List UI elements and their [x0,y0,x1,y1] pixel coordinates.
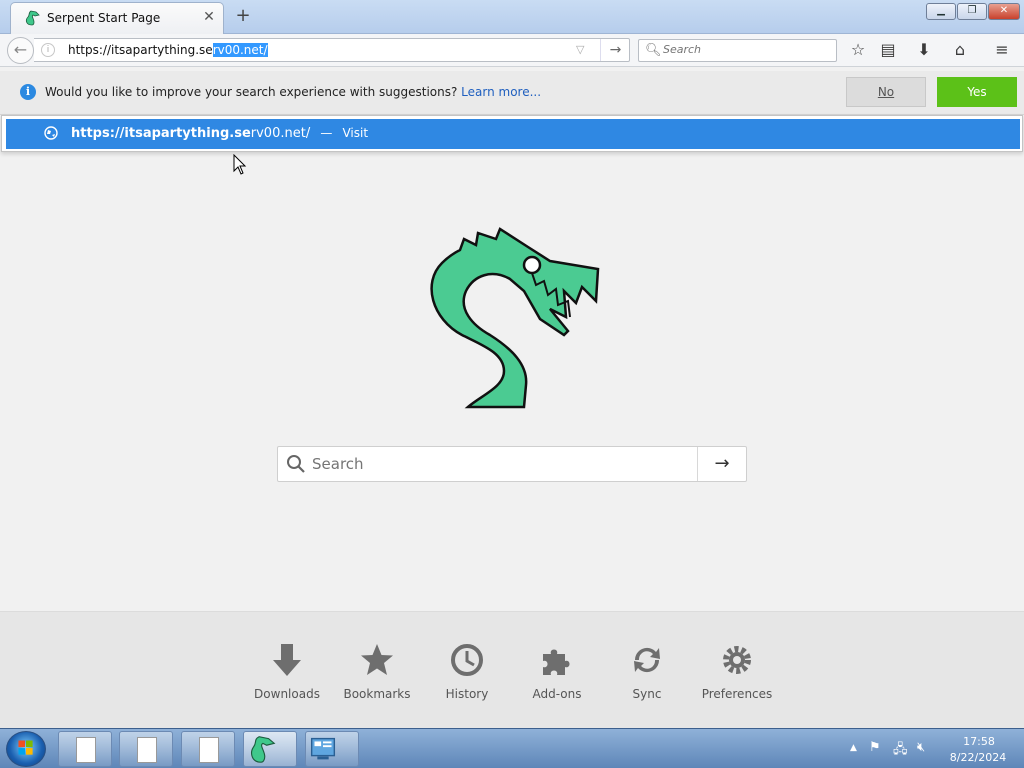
start-button[interactable] [6,731,46,767]
gear-icon [723,646,751,674]
downloads-icon[interactable]: ⬇ [912,39,936,63]
launcher-label: Bookmarks [343,687,411,701]
clock-time[interactable]: 17:58 [951,735,1007,748]
network-icon[interactable]: 🖧 [893,740,908,762]
minimize-button[interactable]: ▁ [926,3,956,20]
autocomplete-separator: — [320,126,333,140]
go-button[interactable]: → [600,39,630,61]
site-info-icon[interactable]: i [41,43,55,57]
autocomplete-url-match: https://itsapartything.se [71,126,251,141]
url-text[interactable]: https://itsapartything.serv00.net/ [68,43,268,57]
launcher-bookmarks[interactable]: Bookmarks [332,642,422,701]
taskbar-app-document-1[interactable] [58,731,112,767]
autocomplete-url-rest: rv00.net/ [250,126,311,141]
show-hidden-icons-icon[interactable]: ▲ [850,743,857,753]
main-search-input[interactable] [312,455,692,473]
menu-icon[interactable]: ≡ [990,39,1014,63]
launcher-bar: Downloads Bookmarks History Add-ons Sync [0,611,1024,728]
search-input[interactable] [663,43,823,56]
address-bar[interactable]: i https://itsapartything.serv00.net/ ▽ → [34,38,630,62]
taskbar-app-serpent-browser[interactable] [243,731,297,767]
mouse-cursor-icon [233,154,247,175]
launcher-sync[interactable]: Sync [602,642,692,701]
document-icon [76,737,96,763]
launcher-history[interactable]: History [422,642,512,701]
puzzle-icon [543,649,570,675]
url-dropdown-icon[interactable]: ▽ [576,43,584,56]
close-window-button[interactable]: ✕ [988,3,1020,20]
launcher-label: Sync [632,687,662,701]
launcher-label: Preferences [701,687,773,701]
volume-muted-icon[interactable]: 🔇︎ [917,740,925,755]
launcher-addons[interactable]: Add-ons [512,642,602,701]
navigation-toolbar: ← i https://itsapartything.serv00.net/ ▽… [0,34,1024,67]
clock-icon [451,644,483,676]
serpent-logo [430,227,600,409]
main-search-go-button[interactable]: → [697,447,746,481]
tab-strip: Serpent Start Page ✕ + ▁ ❐ ✕ [0,0,1024,34]
url-autofill-selection: rv00.net/ [212,43,268,57]
tab-serpent-start-page[interactable]: Serpent Start Page ✕ [10,2,224,34]
document-icon [137,737,157,763]
launcher-label: History [445,687,489,701]
new-tab-button[interactable]: + [232,6,254,28]
back-arrow-icon: ← [13,40,28,59]
learn-more-link[interactable]: Learn more... [461,85,541,99]
star-icon [361,644,393,675]
search-icon [287,455,305,473]
autocomplete-row[interactable]: https://itsapartything.serv00.net/ — Vis… [6,119,1020,149]
notification-message: Would you like to improve your search ex… [45,85,541,99]
search-icon: 🔍︎ [645,43,662,58]
autocomplete-url: https://itsapartything.serv00.net/ — Vis… [71,126,368,141]
notification-text: Would you like to improve your search ex… [45,85,458,99]
tab-close-icon[interactable]: ✕ [201,9,217,25]
globe-icon [44,126,58,140]
system-tray: ▲ ⚑ 🖧 🔇︎ 17:58 8/22/2024 [845,729,1024,768]
launcher-label: Add-ons [532,687,582,701]
action-center-flag-icon[interactable]: ⚑ [869,740,881,755]
launcher-preferences[interactable]: Preferences [692,642,782,701]
tab-title: Serpent Start Page [47,11,161,25]
windows-taskbar: ▲ ⚑ 🖧 🔇︎ 17:58 8/22/2024 [0,728,1024,768]
control-panel-icon [310,737,336,760]
clock-date[interactable]: 8/22/2024 [945,751,1011,764]
bookmark-star-icon[interactable]: ☆ [846,39,870,63]
taskbar-app-control-panel[interactable] [305,731,359,767]
home-icon[interactable]: ⌂ [948,39,972,63]
serpent-favicon-icon [25,10,40,26]
document-icon [199,737,219,763]
url-typed: https://itsapartything.se [68,43,213,57]
launcher-label: Downloads [254,687,320,701]
download-icon [273,644,301,676]
autocomplete-popup: https://itsapartything.serv00.net/ — Vis… [1,115,1023,152]
launcher-downloads[interactable]: Downloads [242,642,332,701]
main-search-box[interactable]: → [277,446,747,482]
no-button[interactable]: No [846,77,926,107]
serpent-app-icon [251,736,276,763]
back-button[interactable]: ← [7,37,34,64]
taskbar-app-document-3[interactable] [181,731,235,767]
sync-icon [634,647,660,673]
taskbar-app-document-2[interactable] [119,731,173,767]
windows-logo-icon [18,740,33,755]
maximize-button[interactable]: ❐ [957,3,987,20]
autocomplete-action: Visit [342,126,369,140]
reading-list-icon[interactable]: ▤ [876,39,900,63]
info-icon: i [20,84,36,100]
yes-button[interactable]: Yes [937,77,1017,107]
search-bar[interactable]: 🔍︎ [638,39,837,62]
